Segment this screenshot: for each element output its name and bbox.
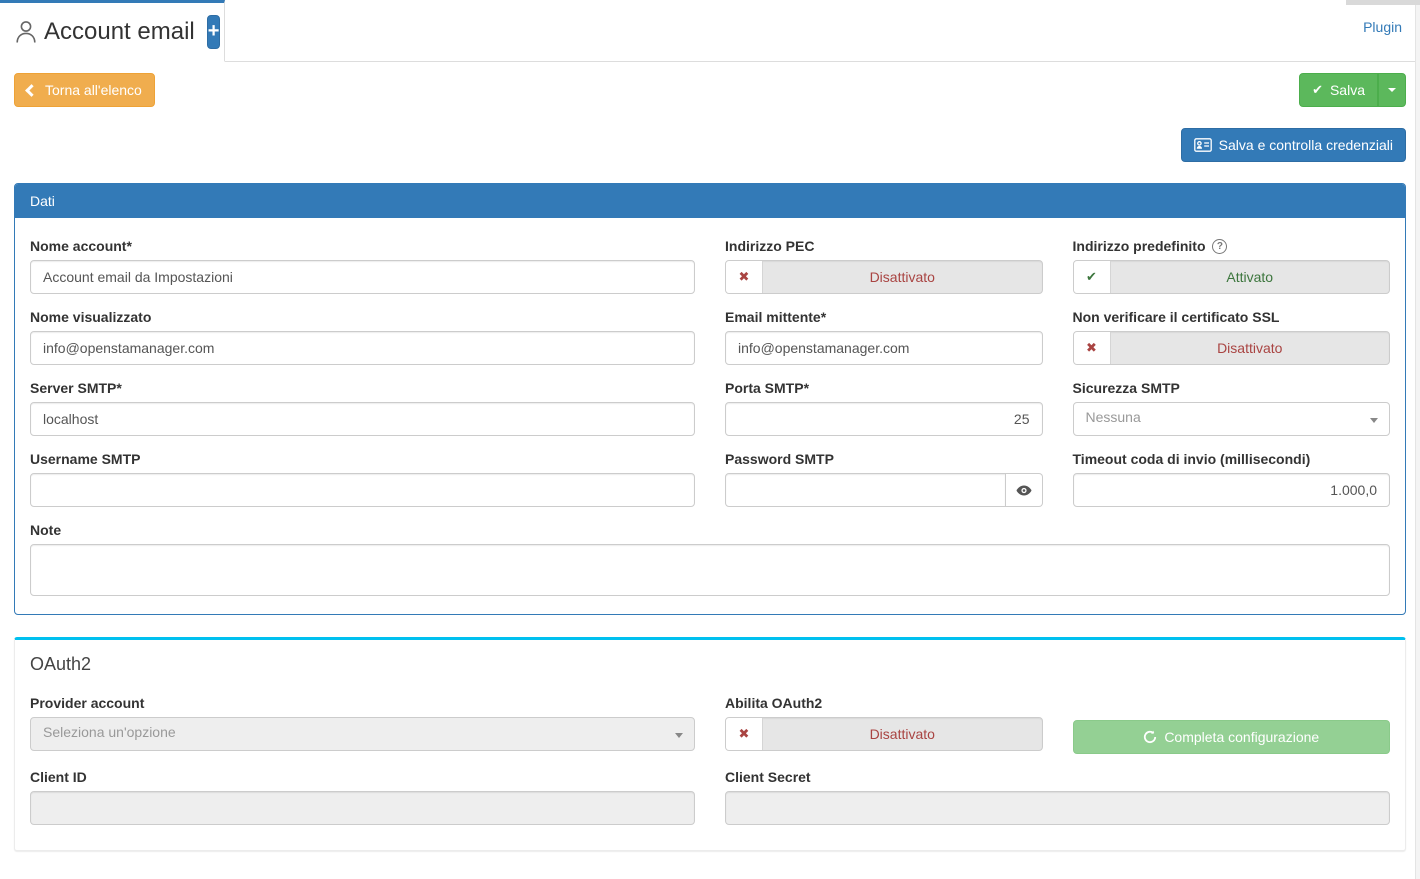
help-question-icon[interactable]: ? bbox=[1212, 239, 1227, 254]
save-and-check-credentials-button[interactable]: Salva e controlla credenziali bbox=[1181, 128, 1406, 162]
username-smtp-input[interactable] bbox=[30, 473, 695, 507]
save-split-button: ✔ Salva bbox=[1299, 73, 1406, 107]
timeout-input[interactable] bbox=[1073, 473, 1391, 507]
nome-account-input[interactable] bbox=[30, 260, 695, 294]
caret-down-icon bbox=[1370, 418, 1378, 423]
caret-down-icon bbox=[675, 733, 683, 738]
save-label: Salva bbox=[1330, 82, 1365, 98]
client-id-input[interactable] bbox=[30, 791, 695, 825]
chevron-left-icon bbox=[25, 84, 38, 97]
check-icon: ✔ bbox=[1074, 261, 1111, 293]
completa-configurazione-label: Completa configurazione bbox=[1164, 729, 1319, 745]
id-card-icon bbox=[1194, 138, 1212, 152]
client-secret-input[interactable] bbox=[725, 791, 1390, 825]
ssl-verify-toggle[interactable]: ✖ Disattivato bbox=[1073, 331, 1391, 365]
email-mittente-input[interactable] bbox=[725, 331, 1043, 365]
indirizzo-predefinito-state: Attivato bbox=[1111, 261, 1390, 293]
indirizzo-pec-state: Disattivato bbox=[763, 261, 1042, 293]
abilita-oauth2-toggle[interactable]: ✖ Disattivato bbox=[725, 717, 1043, 751]
server-smtp-label: Server SMTP* bbox=[30, 380, 695, 396]
tab-bar: Account email + Plugin bbox=[0, 0, 1420, 62]
indirizzo-predefinito-label: Indirizzo predefinito ? bbox=[1073, 238, 1391, 254]
caret-down-icon bbox=[1388, 88, 1396, 92]
add-account-button[interactable]: + bbox=[207, 15, 221, 49]
indirizzo-predefinito-toggle[interactable]: ✔ Attivato bbox=[1073, 260, 1391, 294]
nome-visualizzato-label: Nome visualizzato bbox=[30, 309, 695, 325]
client-secret-label: Client Secret bbox=[725, 769, 1390, 785]
abilita-oauth2-label: Abilita OAuth2 bbox=[725, 695, 1043, 711]
ssl-verify-state: Disattivato bbox=[1111, 332, 1390, 364]
sicurezza-smtp-select[interactable]: Nessuna bbox=[1073, 402, 1391, 436]
page-title: Account email bbox=[44, 18, 195, 46]
username-smtp-label: Username SMTP bbox=[30, 451, 695, 467]
oauth2-title: OAuth2 bbox=[30, 654, 1390, 675]
tab-account-email[interactable]: Account email + bbox=[0, 0, 225, 62]
indirizzo-pec-toggle[interactable]: ✖ Disattivato bbox=[725, 260, 1043, 294]
timeout-label: Timeout coda di invio (millisecondi) bbox=[1073, 451, 1391, 467]
dati-panel-header: Dati bbox=[15, 184, 1405, 218]
provider-account-select[interactable]: Seleziona un'opzione bbox=[30, 717, 695, 751]
client-id-label: Client ID bbox=[30, 769, 695, 785]
email-mittente-label: Email mittente* bbox=[725, 309, 1043, 325]
abilita-oauth2-state: Disattivato bbox=[763, 718, 1042, 750]
scrollbar-track[interactable] bbox=[1415, 5, 1420, 879]
porta-smtp-label: Porta SMTP* bbox=[725, 380, 1043, 396]
nome-visualizzato-input[interactable] bbox=[30, 331, 695, 365]
cross-icon: ✖ bbox=[726, 261, 763, 293]
back-to-list-button[interactable]: Torna all'elenco bbox=[14, 73, 155, 107]
back-to-list-label: Torna all'elenco bbox=[45, 82, 142, 98]
scrollbar-thumb[interactable] bbox=[1346, 0, 1420, 5]
user-icon bbox=[14, 19, 38, 45]
refresh-icon bbox=[1143, 730, 1157, 744]
provider-account-label: Provider account bbox=[30, 695, 695, 711]
sicurezza-smtp-selected: Nessuna bbox=[1086, 409, 1141, 425]
porta-smtp-input[interactable] bbox=[725, 402, 1043, 436]
check-icon: ✔ bbox=[1312, 82, 1323, 98]
cross-icon: ✖ bbox=[1074, 332, 1111, 364]
plugin-link[interactable]: Plugin bbox=[1363, 19, 1402, 35]
save-and-check-label: Salva e controlla credenziali bbox=[1219, 137, 1393, 153]
note-label: Note bbox=[30, 522, 1390, 538]
dati-panel: Dati Nome account* Indirizzo PEC ✖ Disat… bbox=[14, 183, 1406, 615]
indirizzo-pec-label: Indirizzo PEC bbox=[725, 238, 1043, 254]
indirizzo-predefinito-label-text: Indirizzo predefinito bbox=[1073, 238, 1206, 254]
eye-icon bbox=[1016, 485, 1032, 496]
show-password-button[interactable] bbox=[1006, 473, 1043, 507]
provider-account-placeholder: Seleziona un'opzione bbox=[43, 724, 176, 740]
password-smtp-label: Password SMTP bbox=[725, 451, 1043, 467]
nome-account-label: Nome account* bbox=[30, 238, 695, 254]
save-button[interactable]: ✔ Salva bbox=[1299, 73, 1378, 107]
cross-icon: ✖ bbox=[726, 718, 763, 750]
oauth2-panel: OAuth2 Provider account Seleziona un'opz… bbox=[14, 637, 1406, 851]
password-smtp-input[interactable] bbox=[725, 473, 1006, 507]
ssl-verify-label: Non verificare il certificato SSL bbox=[1073, 309, 1391, 325]
sicurezza-smtp-label: Sicurezza SMTP bbox=[1073, 380, 1391, 396]
note-textarea[interactable] bbox=[30, 544, 1390, 596]
save-dropdown-button[interactable] bbox=[1378, 73, 1406, 107]
completa-configurazione-button[interactable]: Completa configurazione bbox=[1073, 720, 1391, 754]
server-smtp-input[interactable] bbox=[30, 402, 695, 436]
